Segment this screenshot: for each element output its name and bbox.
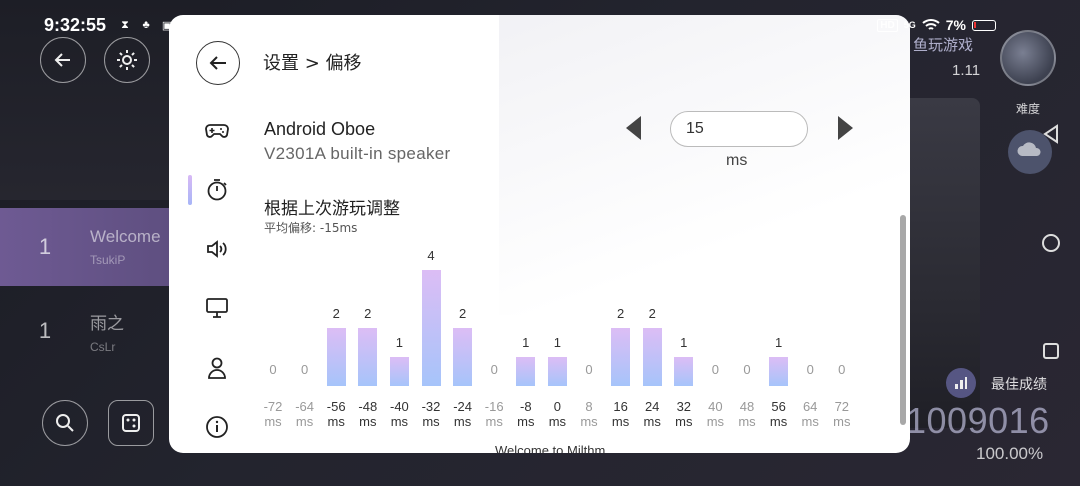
song-artist: TsukiP: [90, 253, 126, 267]
histogram-bar: [642, 328, 662, 386]
difficulty-value: 1.11: [952, 62, 981, 79]
battery-icon: [972, 19, 996, 31]
x-tick-label: 16 ms: [611, 399, 630, 429]
bar-count-label: 1: [774, 335, 783, 350]
histogram-bar: [516, 357, 536, 386]
chat-icon: ●: [184, 19, 192, 31]
settings-dialog: 设置 > 偏移 Android Oboe V2301A built-in spe…: [169, 15, 910, 453]
nav-back-button[interactable]: [1040, 123, 1062, 145]
status-time: 9:32:55: [44, 14, 107, 35]
offset-histogram: 0 -72 ms 0 -64 ms 2 -56 ms 2 -48 ms 1 -40 ms 4 -32 ms 2 -24…: [169, 15, 910, 453]
status-bar: 9:32:55 ⧗ ♣ ▣ ● ✉ ◉ ▤ HD 5G 7%: [0, 0, 1080, 50]
x-tick-label: 72 ms: [833, 399, 851, 429]
bar-count-label: 1: [395, 335, 403, 350]
scrollbar[interactable]: [900, 215, 906, 425]
best-accuracy: 100.00%: [976, 444, 1044, 463]
x-tick-label: -56 ms: [326, 399, 346, 429]
difficulty-label: 难度: [1016, 102, 1041, 116]
x-tick-label: -72 ms: [263, 399, 283, 429]
wifi-icon: [922, 19, 940, 30]
bar-count-label: 0: [743, 362, 751, 377]
bar-count-label: 1: [680, 335, 688, 350]
best-label: 最佳成绩: [991, 376, 1047, 392]
wechat-icon: ◉: [225, 19, 235, 32]
notification-icon: ♣: [142, 19, 150, 31]
nav-home-button[interactable]: [1040, 232, 1062, 254]
arrow-left-icon: [54, 53, 70, 67]
song-title: 雨之: [90, 313, 124, 333]
histogram-bar: [769, 357, 789, 386]
histogram-bar: [389, 357, 409, 386]
bar-count-label: 2: [364, 306, 372, 321]
bar-count-label: 0: [269, 362, 277, 377]
x-tick-label: -24 ms: [453, 399, 472, 429]
search-icon: [56, 414, 74, 432]
x-tick-label: 0 ms: [548, 399, 567, 429]
song-artist: CsLr: [90, 339, 116, 354]
nav-recents-button[interactable]: [1040, 340, 1062, 362]
x-tick-label: 56 ms: [769, 399, 788, 429]
bar-count-label: 2: [458, 306, 467, 321]
bar-count-label: 0: [806, 362, 814, 377]
x-tick-label: -48 ms: [358, 399, 378, 429]
square-recents-icon: [1043, 343, 1059, 359]
bar-count-label: 0: [585, 362, 593, 377]
x-tick-label: 8 ms: [580, 399, 598, 429]
x-tick-label: 40 ms: [706, 399, 725, 429]
network-type: 5G: [903, 20, 916, 30]
histogram-bar: [326, 328, 346, 386]
x-tick-label: -8 ms: [517, 399, 535, 429]
bar-count-label: 0: [711, 362, 719, 377]
mail-icon: ✉: [204, 19, 214, 32]
histogram-bar: [611, 328, 631, 386]
chart-badge: [946, 368, 976, 398]
app-icon: ▣: [161, 19, 173, 32]
triangle-back-icon: [1043, 124, 1058, 144]
footer-text: Welcome to Milthm: [495, 443, 606, 453]
bar-count-label: 1: [522, 335, 530, 350]
bg-random-button[interactable]: [108, 400, 154, 446]
x-tick-label: -64 ms: [295, 399, 314, 429]
x-tick-label: 24 ms: [643, 399, 661, 429]
gear-icon: [117, 50, 137, 70]
histogram-bar: [547, 357, 567, 386]
circle-home-icon: [1042, 234, 1060, 252]
bg-search-button[interactable]: [42, 400, 88, 446]
hourglass-icon: ⧗: [121, 18, 129, 31]
histogram-bar: [358, 328, 378, 386]
bar-count-label: 2: [332, 306, 340, 321]
bar-count-label: 0: [490, 362, 498, 377]
status-right: HD 5G 7%: [877, 17, 996, 33]
x-tick-label: 64 ms: [801, 399, 819, 429]
x-tick-label: 48 ms: [738, 399, 756, 429]
song-title: Welcome: [90, 227, 161, 246]
bar-count-label: 0: [838, 362, 846, 377]
bar-count-label: 1: [553, 335, 561, 350]
song-rank: 1: [38, 234, 52, 259]
x-tick-label: -40 ms: [389, 399, 409, 429]
bar-count-label: 2: [616, 306, 625, 321]
histogram-bar: [674, 357, 694, 386]
song-rank: 1: [38, 318, 52, 343]
dice-icon: [122, 414, 140, 432]
bar-chart-icon: [955, 377, 967, 389]
x-tick-label: -16 ms: [484, 399, 504, 429]
bar-count-label: 2: [648, 306, 656, 321]
histogram-bar: [453, 328, 473, 386]
hd-badge: HD: [877, 18, 898, 32]
image-icon: ▤: [245, 19, 257, 32]
battery-percent: 7%: [945, 17, 966, 33]
bar-count-label: 4: [427, 248, 435, 263]
x-tick-label: 32 ms: [675, 399, 693, 429]
bar-count-label: 0: [300, 362, 309, 377]
histogram-bar: [421, 270, 441, 386]
x-tick-label: -32 ms: [421, 399, 441, 429]
best-score: 1009016: [906, 400, 1050, 441]
